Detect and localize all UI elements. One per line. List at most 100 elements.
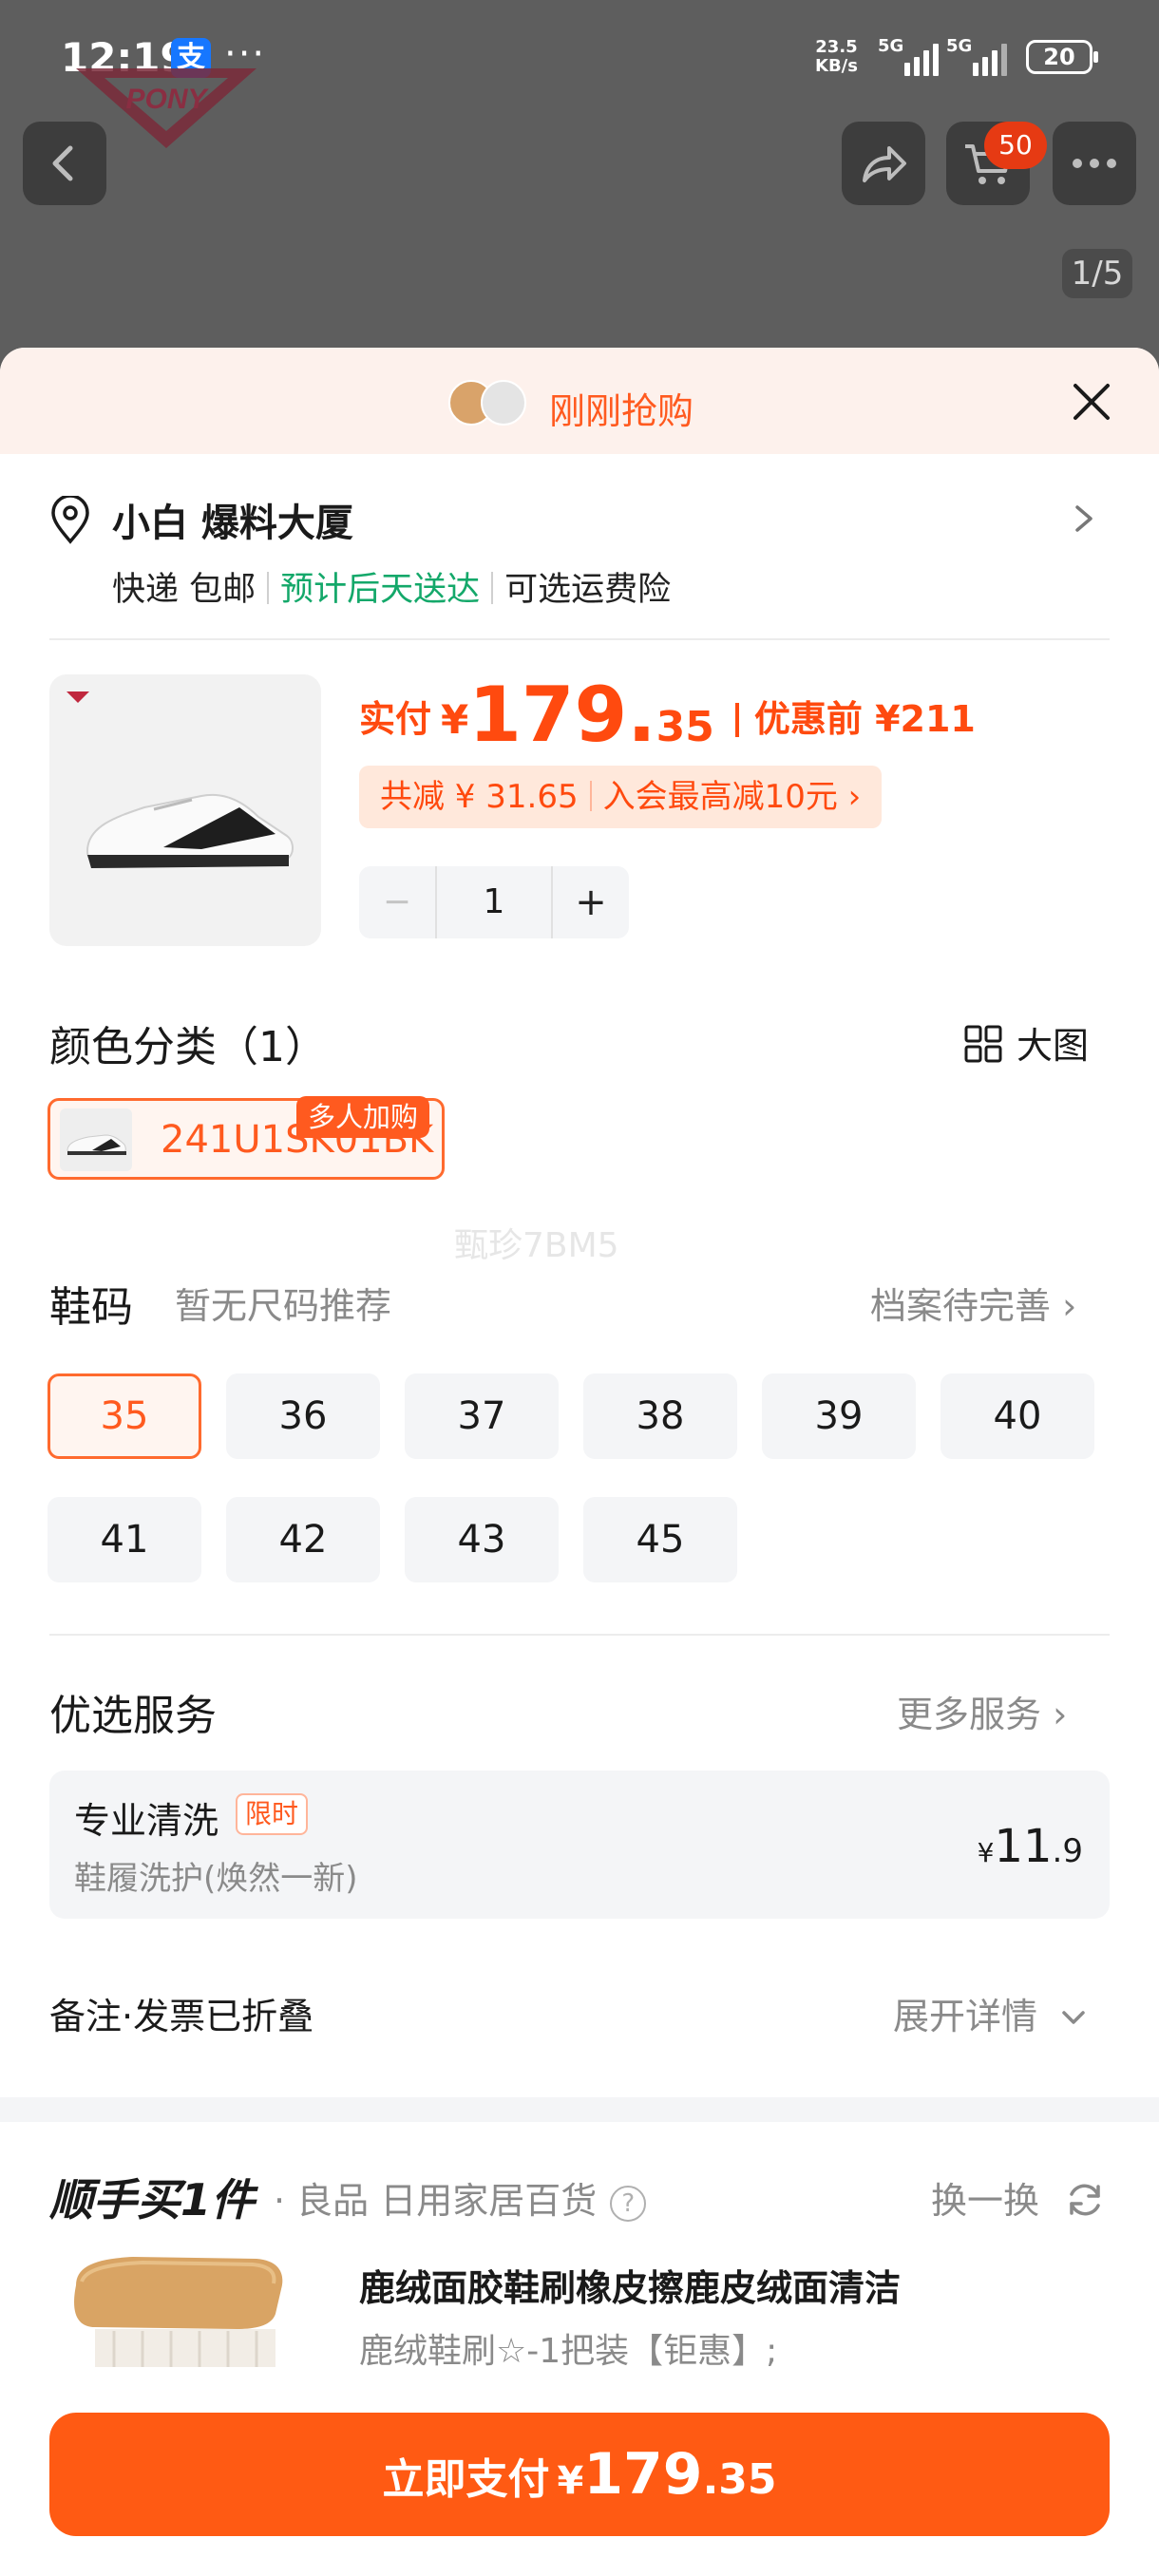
price-integer: 179. [468, 671, 656, 759]
signal-icon: 5G [946, 36, 1013, 76]
address-name[interactable]: 小白 爆料大厦 [112, 492, 353, 547]
cart-count-badge: 50 [984, 122, 1047, 169]
chevron-down-icon [1062, 2011, 1085, 2024]
quantity-value[interactable]: 1 [435, 866, 553, 938]
sneaker-thumbnail-image [66, 1134, 126, 1155]
service-price-integer: 11 [994, 1820, 1053, 1873]
addon-logo: 顺手买1件 [49, 2166, 255, 2228]
shipping-method: 快递 包邮 [112, 571, 256, 609]
swap-label: 换一换 [931, 2180, 1040, 2222]
chevron-right-icon: › [847, 778, 862, 816]
size-section-title: 鞋码 [49, 1283, 133, 1332]
recent-buyers-avatars [448, 380, 540, 426]
member-offer: 入会最高减10元 [602, 778, 838, 816]
addon-category-label: · 良品 日用家居百货 [274, 2180, 598, 2222]
size-option[interactable]: 36 [226, 1373, 380, 1459]
product-thumbnail[interactable] [49, 674, 321, 946]
size-option[interactable]: 37 [405, 1373, 559, 1459]
sheet-title: 刚刚抢购 [549, 390, 694, 432]
limited-tag: 限时 [236, 1793, 309, 1835]
color-section-title: 颜色分类（1） [49, 1023, 327, 1071]
addon-product-title[interactable]: 鹿绒面胶鞋刷橡皮擦鹿皮绒面清洁 [359, 2259, 901, 2311]
paid-label: 实付 [359, 698, 432, 740]
more-icon [1073, 159, 1116, 168]
image-page-indicator: 1/5 [1062, 249, 1132, 298]
shoe-brush-image[interactable] [57, 2247, 308, 2371]
share-button[interactable] [842, 122, 925, 205]
price-row: 实付 ¥179.35 优惠前 ¥211 [359, 671, 976, 759]
section-separator [0, 2097, 1159, 2122]
popular-tag: 多人加购 [296, 1096, 430, 1138]
addon-product-subtitle: 鹿绒鞋刷☆-1把装【钜惠】; [359, 2332, 778, 2371]
signal-icon: 5G [878, 36, 944, 76]
watermark-text: 甄珍7BM5 [454, 1226, 619, 1265]
service-price-decimal: .9 [1052, 1832, 1083, 1870]
addon-category: · 良品 日用家居百货? [274, 2171, 647, 2224]
size-option[interactable]: 43 [405, 1497, 559, 1582]
big-image-toggle[interactable]: 大图 [963, 1016, 1089, 1069]
sneaker-image [66, 691, 294, 868]
addon-logo-text-a: 顺手买 [49, 2174, 180, 2226]
refresh-icon [1070, 2184, 1100, 2216]
service-price: ¥11.9 [978, 1820, 1083, 1873]
size-profile-link[interactable]: 档案待完善 › [870, 1277, 1076, 1329]
avatar [481, 380, 526, 426]
help-icon[interactable]: ? [610, 2186, 647, 2222]
swap-button[interactable]: 换一换 [931, 2171, 1106, 2224]
color-thumbnail [60, 1108, 132, 1171]
quantity-stepper: − 1 + [359, 866, 629, 938]
sim1-label: 5G [878, 36, 904, 56]
chevron-right-icon: › [1053, 1694, 1068, 1735]
service-name: 专业清洗 [74, 1800, 219, 1842]
big-image-label: 大图 [1016, 1025, 1090, 1067]
back-button[interactable] [23, 122, 106, 205]
shipping-insurance: 可选运费险 [504, 571, 672, 609]
currency-symbol: ¥ [441, 696, 469, 743]
service-price-currency: ¥ [977, 1837, 995, 1868]
size-option[interactable]: 35 [48, 1373, 201, 1459]
sheet-header: 刚刚抢购 [0, 348, 1159, 454]
saved-amount: 共减 ¥ 31.65 [380, 778, 579, 816]
battery-icon: 20 [1026, 40, 1098, 74]
size-option[interactable]: 38 [583, 1373, 737, 1459]
more-services-link[interactable]: 更多服务 › [897, 1685, 1067, 1737]
expand-details-label: 展开详情 [893, 1996, 1038, 2037]
pay-now-label: 立即支付 [382, 2455, 550, 2504]
size-option[interactable]: 40 [940, 1373, 1094, 1459]
size-option[interactable]: 45 [583, 1497, 737, 1582]
purchase-sheet: 刚刚抢购 小白 爆料大厦 快递 包邮 预计后天送达 可选运费险 实付 ¥179.35 优… [0, 348, 1159, 2576]
service-description: 鞋履洗护(焕然一新) [74, 1860, 358, 1898]
addon-logo-text-b: 1件 [180, 2174, 256, 2226]
more-services-label: 更多服务 [897, 1694, 1042, 1735]
service-card[interactable]: 专业清洗 限时 鞋履洗护(焕然一新) ¥11.9 [49, 1771, 1110, 1919]
svg-text:PONY: PONY [125, 84, 209, 115]
background-product-page: 12:19 支 ··· 23.5 KB/s 5G 5G 20 PONY 50 1… [0, 0, 1159, 361]
chevron-left-icon [52, 145, 73, 181]
size-option[interactable]: 41 [48, 1497, 201, 1582]
expand-details-button[interactable]: 展开详情 [893, 1987, 1089, 2039]
grid-icon [964, 1025, 1002, 1063]
shipping-info: 快递 包邮 预计后天送达 可选运费险 [112, 562, 671, 611]
network-speed-unit: KB/s [815, 56, 858, 76]
size-recommendation: 暂无尺码推荐 [175, 1285, 392, 1327]
network-speed-value: 23.5 [815, 37, 858, 57]
share-icon [863, 146, 906, 182]
pay-currency: ¥ [557, 2459, 584, 2503]
size-option[interactable]: 39 [762, 1373, 916, 1459]
price-decimal: 35 [656, 703, 714, 751]
more-button[interactable] [1053, 122, 1136, 205]
discount-tag[interactable]: 共减 ¥ 31.65 入会最高减10元 › [359, 766, 883, 828]
network-speed: 23.5 KB/s [815, 38, 858, 76]
size-profile-label: 档案待完善 [870, 1285, 1052, 1327]
close-icon[interactable] [1066, 376, 1117, 427]
chevron-right-icon: › [1062, 1285, 1077, 1327]
pay-price-integer: 179 [583, 2441, 703, 2508]
quantity-plus-button[interactable]: + [553, 866, 629, 938]
original-price: 优惠前 ¥211 [753, 698, 976, 740]
pay-now-button[interactable]: 立即支付 ¥179.35 [49, 2413, 1110, 2536]
location-pin-icon [51, 496, 89, 544]
chevron-right-icon[interactable] [1070, 502, 1098, 536]
quantity-minus-button[interactable]: − [359, 866, 435, 938]
size-option[interactable]: 42 [226, 1497, 380, 1582]
divider [49, 1634, 1110, 1636]
